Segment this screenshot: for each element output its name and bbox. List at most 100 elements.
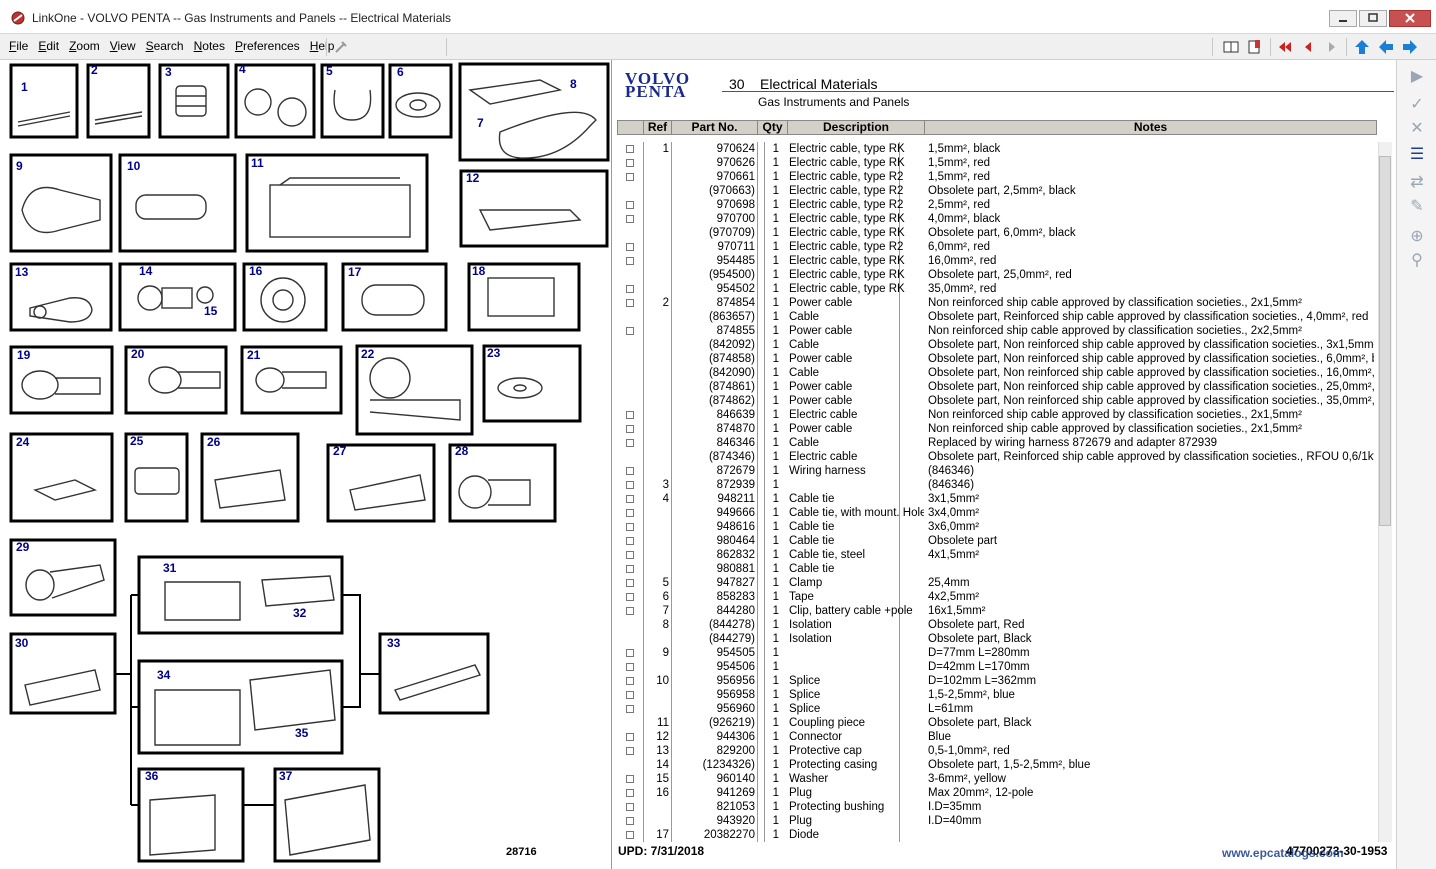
row-checkbox[interactable] [626,733,634,741]
table-row[interactable]: 12 944306 1 Connector Blue [617,730,1377,744]
table-row[interactable]: 970711 1 Electric cable, type R2 6,0mm², re… [617,240,1377,254]
table-row[interactable]: 956960 1 Splice L=61mm [617,702,1377,716]
cell-part-no[interactable]: 970700 [671,212,757,226]
cell-part-no[interactable]: 956956 [671,674,757,688]
scrollbar-thumb[interactable] [1379,156,1391,526]
book-icon[interactable] [1223,39,1239,55]
header-description[interactable]: Description [788,121,925,134]
row-checkbox[interactable] [626,579,634,587]
row-checkbox[interactable] [626,593,634,601]
cell-part-no[interactable]: 941269 [671,786,757,800]
cell-part-no[interactable]: 821053 [671,800,757,814]
row-checkbox[interactable] [626,705,634,713]
row-checkbox[interactable] [626,173,634,181]
row-checkbox[interactable] [626,425,634,433]
cell-part-no[interactable]: 846639 [671,408,757,422]
cell-part-no[interactable]: 949666 [671,506,757,520]
check-icon[interactable]: ✓ [1407,96,1427,114]
cell-part-no[interactable]: 970626 [671,156,757,170]
cell-part-no[interactable]: 954502 [671,282,757,296]
cell-part-no[interactable]: 954506 [671,660,757,674]
row-checkbox[interactable] [626,565,634,573]
row-checkbox[interactable] [626,649,634,657]
cell-part-no[interactable]: 943920 [671,814,757,828]
row-checkbox[interactable] [626,299,634,307]
header-qty[interactable]: Qty [758,121,788,134]
zoom-icon[interactable]: ⚲ [1407,252,1427,270]
table-row[interactable]: 821053 1 Protecting bushing I.D=35mm [617,800,1377,814]
table-row[interactable]: 872679 1 Wiring harness (846346) [617,464,1377,478]
table-row[interactable]: 862832 1 Cable tie, steel 4x1,5mm² [617,548,1377,562]
table-row[interactable]: 14 (1234326) 1 Protecting casing Obsolete pa… [617,758,1377,772]
cell-part-no[interactable]: 947827 [671,576,757,590]
cell-part-no[interactable]: (863657) [671,310,757,324]
table-row[interactable]: 11 (926219) 1 Coupling piece Obsolete part, … [617,716,1377,730]
cell-part-no[interactable]: 862832 [671,548,757,562]
cell-part-no[interactable]: (970709) [671,226,757,240]
cell-part-no[interactable]: 980464 [671,534,757,548]
menu-help[interactable]: Help [309,39,336,53]
cell-part-no[interactable]: 954485 [671,254,757,268]
row-checkbox[interactable] [626,551,634,559]
table-row[interactable]: (844279) 1 Isolation Obsolete part, Black [617,632,1377,646]
table-row[interactable]: 3 872939 1 (846346) [617,478,1377,492]
close-button[interactable] [1389,10,1431,27]
cell-part-no[interactable]: 874855 [671,324,757,338]
table-row[interactable]: 954506 1 D=42mm L=170mm [617,660,1377,674]
row-checkbox[interactable] [626,509,634,517]
table-row[interactable]: 9 954505 1 D=77mm L=280mm [617,646,1377,660]
table-row[interactable]: 949666 1 Cable tie, with mount. Hole 3x4,0m… [617,506,1377,520]
menu-edit[interactable]: Edit [37,39,60,53]
row-checkbox[interactable] [626,257,634,265]
cell-part-no[interactable]: 956960 [671,702,757,716]
table-row[interactable]: (970709) 1 Electric cable, type RK Obsolete… [617,226,1377,240]
cell-part-no[interactable]: 846346 [671,436,757,450]
table-row[interactable]: 15 960140 1 Washer 3-6mm², yellow [617,772,1377,786]
menu-notes[interactable]: Notes [193,39,226,53]
table-row[interactable]: 13 829200 1 Protective cap 0,5-1,0mm², red [617,744,1377,758]
cell-part-no[interactable]: 872939 [671,478,757,492]
menu-preferences[interactable]: Preferences [234,39,301,53]
cell-part-no[interactable]: (842092) [671,338,757,352]
table-row[interactable]: 8 (844278) 1 Isolation Obsolete part, Red [617,618,1377,632]
menu-zoom[interactable]: Zoom [68,39,101,53]
row-checkbox[interactable] [626,677,634,685]
row-checkbox[interactable] [626,691,634,699]
menu-file[interactable]: File [8,39,29,53]
table-row[interactable]: 980464 1 Cable tie Obsolete part [617,534,1377,548]
row-checkbox[interactable] [626,817,634,825]
row-checkbox[interactable] [626,789,634,797]
cell-part-no[interactable]: 944306 [671,730,757,744]
table-row[interactable]: 2 874854 1 Power cable Non reinforced ship c… [617,296,1377,310]
row-checkbox[interactable] [626,481,634,489]
row-checkbox[interactable] [626,243,634,251]
forward-arrow-icon[interactable] [1402,39,1418,55]
first-page-icon[interactable] [1277,39,1293,55]
cell-part-no[interactable]: 874870 [671,422,757,436]
table-row[interactable]: 970626 1 Electric cable, type RK 1,5mm², re… [617,156,1377,170]
row-checkbox[interactable] [626,831,634,839]
table-row[interactable]: 1 970624 1 Electric cable, type RK 1,5mm², b… [617,142,1377,156]
table-row[interactable]: (874861) 1 Power cable Obsolete part, Non r… [617,380,1377,394]
header-part-no[interactable]: Part No. [672,121,758,134]
edit-icon[interactable]: ✎ [1407,198,1427,216]
cell-part-no[interactable]: (954500) [671,268,757,282]
table-row[interactable]: 954485 1 Electric cable, type RK 16,0mm², r… [617,254,1377,268]
table-row[interactable]: 943920 1 Plug I.D=40mm [617,814,1377,828]
table-row[interactable]: 4 948211 1 Cable tie 3x1,5mm² [617,492,1377,506]
cell-part-no[interactable]: 954505 [671,646,757,660]
table-row[interactable]: 846346 1 Cable Replaced by wiring harness 8… [617,436,1377,450]
cell-part-no[interactable]: (926219) [671,716,757,730]
row-checkbox[interactable] [626,159,634,167]
table-row[interactable]: 970700 1 Electric cable, type RK 4,0mm², bl… [617,212,1377,226]
table-row[interactable]: (842092) 1 Cable Obsolete part, Non reinfor… [617,338,1377,352]
table-row[interactable]: 17 20382270 1 Diode [617,828,1377,842]
cell-part-no[interactable]: (1234326) [671,758,757,772]
table-row[interactable]: 948616 1 Cable tie 3x6,0mm² [617,520,1377,534]
table-row[interactable]: (842090) 1 Cable Obsolete part, Non reinfor… [617,366,1377,380]
cell-part-no[interactable]: (874858) [671,352,757,366]
cell-part-no[interactable]: (970663) [671,184,757,198]
row-checkbox[interactable] [626,467,634,475]
swap-icon[interactable]: ⇄ [1407,174,1427,192]
table-row[interactable]: 6 858283 1 Tape 4x2,5mm² [617,590,1377,604]
